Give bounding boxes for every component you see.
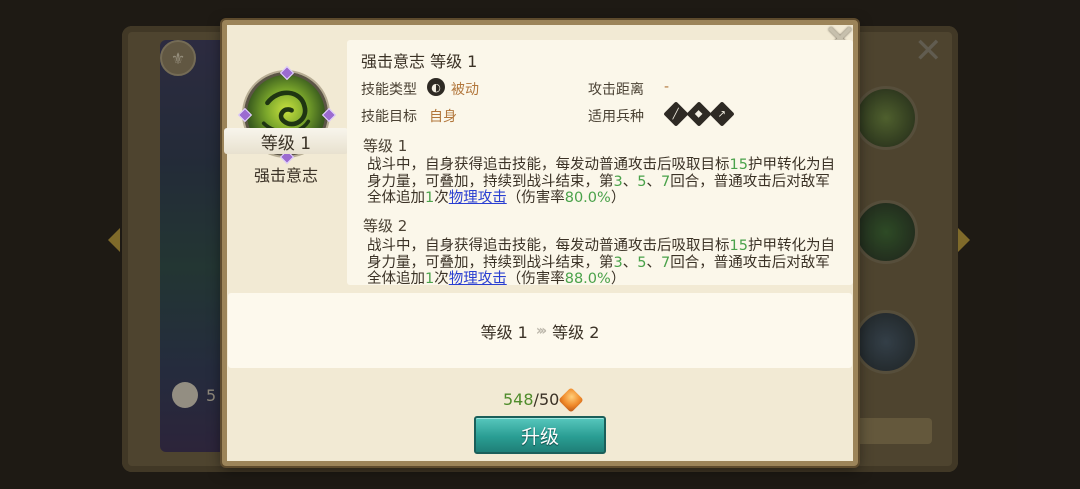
description-text: 、: [622, 173, 638, 190]
skill-target-label: 技能目标: [361, 109, 417, 125]
archer-icon: ↗: [709, 101, 735, 127]
passive-skill-icon: ◐: [427, 78, 445, 96]
skill-type-label: 技能类型: [361, 82, 417, 98]
orange-gem-icon: [558, 386, 585, 413]
skill-name: 强击意志: [253, 166, 318, 185]
highlight-value: 7: [660, 173, 671, 190]
description-text: （伤害率: [506, 271, 565, 285]
physical-attack-link[interactable]: 物理攻击: [449, 271, 507, 285]
description-text: 次: [434, 190, 449, 206]
level-1-heading: 等级 1: [363, 137, 408, 155]
level-1-description: 战斗中，自身获得追击技能，每发动普通攻击后吸取目标15护甲转化为自身力量，可叠加…: [367, 157, 843, 207]
infantry-icon: ╱: [663, 101, 689, 127]
description-text: （伤害率: [506, 190, 565, 206]
attack-range-label: 攻击距离: [588, 82, 644, 98]
current-level: 等级 1: [480, 322, 528, 342]
highlight-value: 15: [729, 157, 748, 173]
upgrade-button[interactable]: 升级: [474, 416, 606, 454]
cost-owned: 548: [503, 390, 534, 409]
description-text: 、: [646, 173, 661, 190]
troop-type-label: 适用兵种: [588, 109, 644, 125]
highlight-value: 88.0%: [564, 271, 611, 285]
highlight-value: 80.0%: [564, 190, 611, 206]
skill-level-ribbon: 等级 1: [224, 128, 348, 154]
next-level: 等级 2: [552, 322, 600, 342]
upgrade-preview: 等级 1 ››› 等级 2: [228, 293, 852, 368]
highlight-value: 7: [660, 254, 671, 271]
level-2-description: 战斗中，自身获得追击技能，每发动普通攻击后吸取目标15护甲转化为自身力量，可叠加…: [367, 238, 843, 285]
description-text: 、: [646, 254, 661, 271]
upgrade-cost: 548 /50: [503, 386, 585, 413]
description-text: 战斗中，自身获得追击技能，每发动普通攻击后吸取目标: [367, 157, 730, 173]
skill-info-panel[interactable]: 强击意志 等级 1 技能类型 ◐ 被动 攻击距离 - 技能目标 自身 适用兵种 …: [347, 40, 853, 285]
highlight-value: 1: [425, 271, 435, 285]
attack-range-value: -: [664, 79, 670, 95]
description-text: 、: [622, 254, 638, 271]
physical-attack-link[interactable]: 物理攻击: [449, 190, 507, 206]
chevrons-icon: ›››: [535, 322, 547, 339]
cost-required: /50: [533, 390, 560, 409]
skill-title: 强击意志 等级 1: [361, 52, 478, 71]
highlight-value: 3: [613, 173, 623, 190]
highlight-value: 15: [729, 238, 748, 254]
skill-type-value: 被动: [451, 82, 479, 98]
description-text: ）: [610, 271, 626, 285]
skill-target-value: 自身: [429, 109, 457, 125]
cavalry-icon: ◆: [686, 101, 712, 127]
highlight-value: 3: [613, 254, 623, 271]
description-text: 次: [434, 271, 449, 285]
description-text: ）: [610, 190, 626, 206]
description-text: 战斗中，自身获得追击技能，每发动普通攻击后吸取目标: [367, 238, 730, 254]
highlight-value: 1: [425, 190, 435, 206]
level-2-heading: 等级 2: [363, 217, 408, 235]
